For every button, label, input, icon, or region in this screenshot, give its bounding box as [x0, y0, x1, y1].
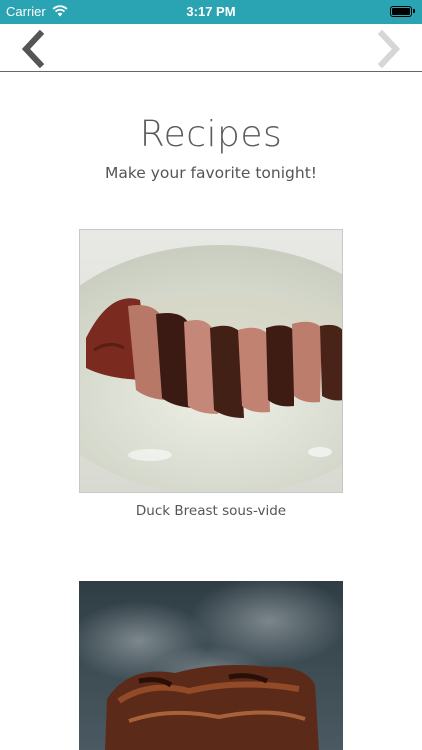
status-bar: Carrier 3:17 PM	[0, 0, 422, 24]
recipe-card-grilled-meat[interactable]	[79, 581, 343, 750]
battery-icon	[390, 6, 415, 17]
grilled-meat-with-smoke-photo[interactable]	[79, 581, 343, 750]
recipe-title: Duck Breast sous-vide	[135, 503, 287, 519]
clock: 3:17 PM	[186, 4, 236, 19]
recipe-card-duck-breast[interactable]: Duck Breast sous-vide	[79, 229, 343, 519]
page-title: Recipes	[139, 114, 283, 155]
chevron-right-icon[interactable]	[372, 30, 406, 68]
chevron-left-icon[interactable]	[16, 30, 50, 68]
page-subtitle: Make your favorite tonight!	[104, 164, 317, 182]
sliced-duck-breast-photo[interactable]	[79, 229, 343, 493]
navigation-bar	[0, 24, 422, 72]
